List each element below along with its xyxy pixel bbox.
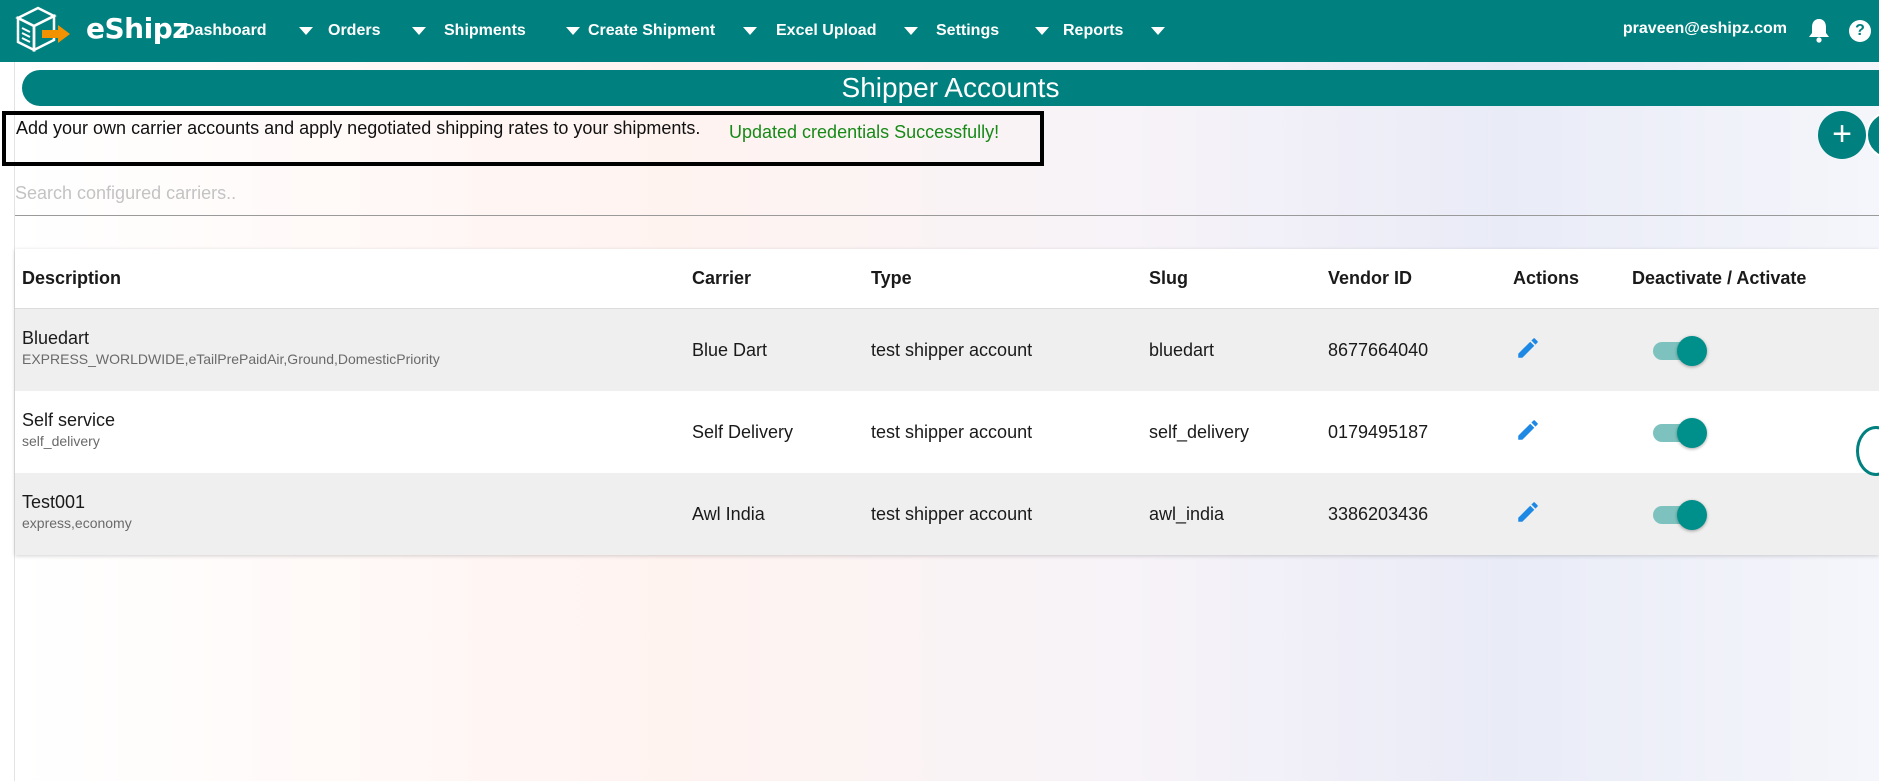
nav-excel-upload[interactable]: Excel Upload xyxy=(776,0,919,62)
nav-reports-label: Reports xyxy=(1063,22,1124,39)
toggle-knob xyxy=(1677,418,1707,448)
edit-pencil-icon[interactable] xyxy=(1515,417,1541,443)
edit-pencil-icon[interactable] xyxy=(1515,335,1541,361)
search-input[interactable] xyxy=(15,172,1879,216)
chevron-down-icon[interactable] xyxy=(904,27,919,35)
nav-excel-upload-label: Excel Upload xyxy=(776,22,877,39)
row-type: test shipper account xyxy=(871,340,1033,360)
row-description: Test001 xyxy=(22,492,86,512)
table-row: Self service self_delivery Self Delivery… xyxy=(15,391,1879,473)
page-title: Shipper Accounts xyxy=(22,70,1879,106)
nav-settings-label: Settings xyxy=(936,22,1000,39)
nav-create-shipment-label: Create Shipment xyxy=(588,22,716,39)
row-description: Bluedart xyxy=(22,328,90,348)
activate-toggle[interactable] xyxy=(1651,499,1707,530)
table-row: Bluedart EXPRESS_WORLDWIDE,eTailPrePaidA… xyxy=(15,309,1879,391)
row-vendor-id: 3386203436 xyxy=(1328,504,1429,524)
row-type: test shipper account xyxy=(871,504,1033,524)
column-header-slug[interactable]: Slug xyxy=(1149,268,1188,289)
column-header-type[interactable]: Type xyxy=(871,268,912,289)
column-header-actions: Actions xyxy=(1513,268,1580,288)
row-vendor-id: 8677664040 xyxy=(1328,340,1429,360)
chevron-down-icon[interactable] xyxy=(565,27,580,35)
nav-orders-label: Orders xyxy=(328,22,381,39)
row-slug: self_delivery xyxy=(1149,422,1250,442)
table-row: Test001 express,economy Awl India test s… xyxy=(15,473,1879,555)
nav-shipments[interactable]: Shipments xyxy=(444,0,580,62)
add-account-button[interactable]: + xyxy=(1818,111,1866,159)
row-carrier: Self Delivery xyxy=(692,422,794,442)
success-message: Updated credentials Successfully! xyxy=(729,122,1000,142)
nav-reports[interactable]: Reports xyxy=(1063,0,1166,62)
chevron-down-icon[interactable] xyxy=(298,27,313,35)
chevron-down-icon[interactable] xyxy=(412,27,427,35)
toggle-knob xyxy=(1677,500,1707,530)
bell-icon[interactable] xyxy=(1807,17,1831,43)
nav-dashboard-label: Dashboard xyxy=(183,22,267,39)
chevron-down-icon[interactable] xyxy=(1035,27,1050,35)
chevron-down-icon[interactable] xyxy=(743,27,758,35)
row-slug: awl_india xyxy=(1149,504,1225,524)
toggle-knob xyxy=(1677,336,1707,366)
top-navbar: eShipz Dashboard Orders Shipments Create… xyxy=(0,0,1879,62)
table-header-row: Description Carrier Type Slug Vendor ID … xyxy=(15,249,1879,309)
row-vendor-id: 0179495187 xyxy=(1328,422,1429,442)
nav-shipments-label: Shipments xyxy=(444,22,526,39)
row-carrier: Awl India xyxy=(692,504,765,524)
row-services: express,economy xyxy=(22,515,132,531)
info-text: Add your own carrier accounts and apply … xyxy=(16,118,701,138)
brand-name[interactable]: eShipz xyxy=(86,12,189,45)
column-header-toggle: Deactivate / Activate xyxy=(1632,268,1807,288)
row-slug: bluedart xyxy=(1149,340,1215,360)
nav-dashboard[interactable]: Dashboard xyxy=(183,0,313,62)
activate-toggle[interactable] xyxy=(1651,335,1707,366)
chevron-down-icon[interactable] xyxy=(1151,27,1166,35)
edit-pencil-icon[interactable] xyxy=(1515,499,1541,525)
carrier-accounts-table: Description Carrier Type Slug Vendor ID … xyxy=(15,249,1879,555)
column-header-carrier[interactable]: Carrier xyxy=(692,268,751,289)
nav-create-shipment[interactable]: Create Shipment xyxy=(588,0,758,62)
nav-orders[interactable]: Orders xyxy=(328,0,427,62)
row-services: EXPRESS_WORLDWIDE,eTailPrePaidAir,Ground… xyxy=(22,351,440,367)
row-description: Self service xyxy=(22,410,116,430)
row-services: self_delivery xyxy=(22,433,100,449)
activate-toggle[interactable] xyxy=(1651,417,1707,448)
user-email[interactable]: praveen@eshipz.com xyxy=(1623,20,1787,38)
eshipz-logo-icon[interactable] xyxy=(14,6,76,58)
row-carrier: Blue Dart xyxy=(692,340,768,360)
nav-settings[interactable]: Settings xyxy=(936,0,1050,62)
column-header-description[interactable]: Description xyxy=(22,268,121,289)
column-header-vendor-id[interactable]: Vendor ID xyxy=(1328,268,1412,289)
help-icon[interactable]: ? xyxy=(1849,20,1871,42)
row-type: test shipper account xyxy=(871,422,1033,442)
